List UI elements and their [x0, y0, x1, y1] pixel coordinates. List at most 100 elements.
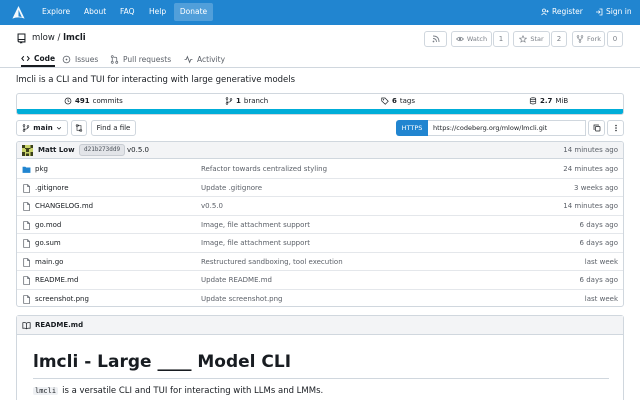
readme-paragraph: lmcli is a versatile CLI and TUI for int… [33, 386, 323, 396]
compare-icon [75, 124, 83, 132]
user-plus-icon [541, 8, 549, 15]
kebab-menu-icon [614, 124, 617, 132]
register-label: Register [552, 7, 583, 16]
repo-owner-link[interactable]: mlow [32, 33, 55, 43]
star-label: Star [530, 35, 544, 43]
repo-name-link[interactable]: lmcli [63, 33, 86, 43]
tag-icon [381, 97, 389, 105]
download-button[interactable] [607, 120, 624, 136]
file-name[interactable]: screenshot.png [35, 295, 89, 303]
file-icon [23, 257, 30, 267]
file-commit-time: 6 days ago [579, 276, 618, 284]
file-commit-message[interactable]: Update .gitignore [201, 184, 262, 192]
branch-icon [23, 124, 30, 132]
fork-count[interactable]: 0 [607, 31, 623, 47]
file-commit-message[interactable]: Update screenshot.png [201, 295, 283, 303]
repo-stats-bar: 491 commits 1 branch 6 tags 2.7 MiB [16, 93, 624, 115]
branch-icon [225, 97, 233, 105]
avatar[interactable] [22, 145, 33, 156]
commits-stat[interactable]: 491 commits [64, 97, 123, 105]
repo-separator: / [57, 33, 61, 43]
commit-time: 14 minutes ago [563, 146, 618, 154]
commit-sha[interactable]: d21b273dd9 [79, 144, 126, 156]
tab-activity[interactable]: Activity [184, 52, 225, 67]
readme-filename[interactable]: README.md [35, 321, 83, 329]
nav-explore[interactable]: Explore [42, 7, 70, 16]
tags-stat[interactable]: 6 tags [381, 97, 415, 105]
copy-url-button[interactable] [588, 120, 605, 136]
nav-help[interactable]: Help [149, 7, 166, 16]
watch-count[interactable]: 1 [493, 31, 509, 47]
file-commit-time: 6 days ago [579, 239, 618, 247]
file-row[interactable]: pkg Refactor towards centralized styling 2… [17, 160, 623, 179]
file-row[interactable]: main.go Restructured sandboxing, tool exe… [17, 253, 623, 271]
tab-pull-requests-label: Pull requests [123, 55, 172, 64]
codeberg-logo[interactable] [11, 5, 26, 20]
file-commit-time: last week [584, 294, 618, 303]
language-bar[interactable] [17, 109, 623, 114]
tab-pull-requests[interactable]: Pull requests [110, 52, 171, 67]
file-name[interactable]: pkg [35, 165, 48, 173]
compare-button[interactable] [71, 120, 87, 136]
file-commit-message[interactable]: Restructured sandboxing, tool execution [201, 258, 343, 266]
star-icon [519, 35, 528, 43]
file-name[interactable]: .gitignore [35, 184, 69, 192]
file-name[interactable]: README.md [35, 276, 78, 284]
file-commit-message[interactable]: Image, file attachment support [201, 221, 310, 229]
clone-url-input[interactable]: https://codeberg.org/mlow/lmcli.git [428, 120, 586, 136]
file-name[interactable]: CHANGELOG.md [35, 202, 93, 210]
file-icon [23, 202, 30, 211]
file-icon [23, 294, 30, 304]
branch-dropdown[interactable]: main [16, 120, 68, 136]
find-file-button[interactable]: Find a file [91, 120, 136, 136]
file-name[interactable]: main.go [35, 258, 63, 266]
readme-heading: lmcli - Large ____ Model CLI [33, 352, 292, 372]
tab-code[interactable]: Code [21, 52, 56, 67]
tab-activity-label: Activity [197, 55, 226, 64]
fork-button[interactable]: Fork [572, 31, 605, 47]
branches-label: branch [243, 97, 269, 105]
rss-button[interactable] [424, 31, 447, 47]
file-row[interactable]: README.md Update README.md 6 days ago [17, 271, 623, 290]
commit-author[interactable]: Matt Low [38, 146, 75, 154]
readme-code: lmcli [33, 387, 59, 395]
tab-issues-label: Issues [75, 55, 99, 64]
file-name[interactable]: go.mod [35, 221, 61, 229]
file-commit-message[interactable]: Update README.md [201, 276, 272, 284]
star-count[interactable]: 2 [551, 31, 567, 47]
database-icon [529, 97, 537, 105]
file-name[interactable]: go.sum [35, 239, 61, 247]
nav-donate[interactable]: Donate [174, 3, 213, 21]
file-row[interactable]: CHANGELOG.md v0.5.0 14 minutes ago [17, 197, 623, 216]
sign-in-icon [596, 8, 603, 15]
file-row[interactable]: go.sum Image, file attachment support 6 da… [17, 234, 623, 253]
star-button[interactable]: Star [513, 31, 550, 47]
file-row[interactable]: screenshot.png Update screenshot.png last … [17, 290, 623, 307]
pulse-icon [184, 55, 193, 64]
file-row[interactable]: .gitignore Update .gitignore 3 weeks ago [17, 179, 623, 197]
commits-count: 491 [75, 97, 90, 105]
readme-text: is a versatile CLI and TUI for interacti… [62, 386, 324, 396]
file-commit-message[interactable]: Image, file attachment support [201, 239, 310, 247]
https-button[interactable]: HTTPS [396, 120, 428, 136]
eye-icon [455, 36, 464, 42]
file-commit-message[interactable]: Refactor towards centralized styling [201, 165, 327, 173]
watch-button[interactable]: Watch [451, 31, 492, 47]
file-commit-time: 3 weeks ago [574, 183, 618, 192]
register-link[interactable]: Register [541, 7, 583, 16]
tags-count: 6 [392, 97, 397, 105]
book-icon [22, 322, 31, 330]
signin-link[interactable]: Sign in [595, 7, 632, 16]
file-commit-message[interactable]: v0.5.0 [201, 202, 223, 210]
branches-stat[interactable]: 1 branch [225, 97, 268, 105]
file-row[interactable]: go.mod Image, file attachment support 6 da… [17, 216, 623, 234]
commit-message[interactable]: v0.5.0 [127, 146, 149, 154]
nav-about[interactable]: About [84, 7, 106, 16]
nav-faq[interactable]: FAQ [120, 7, 135, 16]
tab-issues[interactable]: Issues [62, 52, 98, 67]
tags-label: tags [399, 97, 415, 105]
pull-request-icon [110, 55, 119, 64]
top-navbar: Explore About FAQ Help Donate Register S… [0, 0, 640, 25]
file-commit-time: 14 minutes ago [563, 202, 618, 210]
code-icon [21, 55, 30, 62]
